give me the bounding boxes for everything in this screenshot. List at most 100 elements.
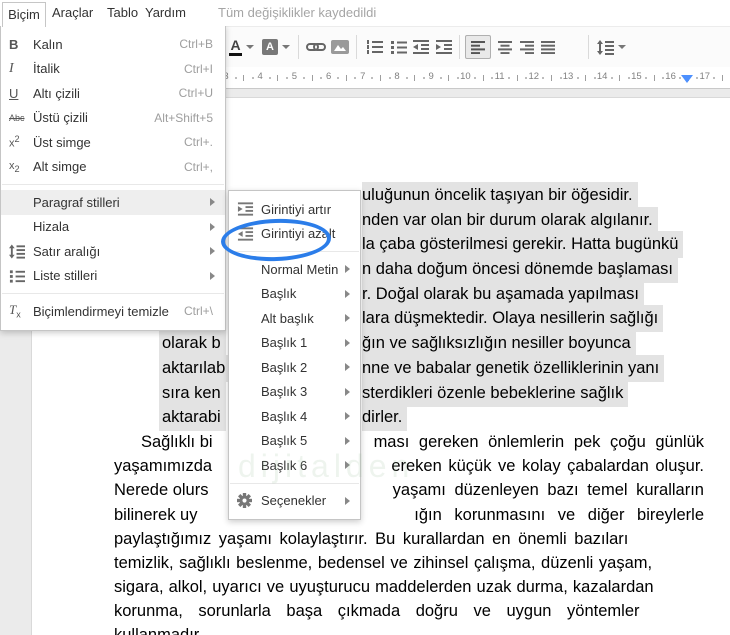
- menu-item-italik[interactable]: I İtalik Ctrl+I: [1, 57, 225, 82]
- align-center-icon: [498, 40, 512, 54]
- insert-image-button[interactable]: [329, 35, 351, 59]
- ruler-tick: [379, 75, 381, 81]
- highlight-color-button[interactable]: A: [262, 35, 290, 59]
- ruler-tick: [268, 77, 271, 79]
- submenu-item-baslik-6[interactable]: Başlık 6: [229, 453, 360, 478]
- bulleted-list-button[interactable]: [387, 35, 409, 59]
- menu-item-alti-cizili[interactable]: U Altı çizili Ctrl+U: [1, 81, 225, 106]
- ruler-number: 16: [665, 71, 676, 82]
- submenu-item-normal-metin[interactable]: Normal Metin: [229, 257, 360, 282]
- menu-item-liste-stilleri[interactable]: Liste stilleri: [1, 264, 225, 289]
- ruler-tick: [550, 75, 552, 81]
- submenu-item-baslik-5[interactable]: Başlık 5: [229, 429, 360, 454]
- submenu-arrow-icon: [210, 247, 215, 256]
- menu-item-satir-araligi[interactable]: Satır aralığı: [1, 239, 225, 264]
- numbered-list-icon: [366, 40, 383, 54]
- menu-item-kalin[interactable]: B Kalın Ctrl+B: [1, 32, 225, 57]
- submenu-item-baslik-2[interactable]: Başlık 2: [229, 355, 360, 380]
- menu-tablo[interactable]: Tablo: [101, 4, 144, 22]
- line-spacing-icon: [9, 244, 33, 259]
- menu-araclar[interactable]: Araçlar: [46, 4, 99, 22]
- doc-line: paylaştığımız yaşamı kolaylaştırır. Bu k…: [114, 530, 629, 548]
- ruler-tick: [405, 77, 408, 79]
- menu-item-paragraf-stilleri[interactable]: Paragraf stilleri: [1, 190, 225, 215]
- strikethrough-icon: Abc: [9, 112, 25, 123]
- submenu-arrow-icon: [345, 461, 350, 470]
- ruler-tick: [414, 75, 416, 81]
- menu-bar: Araçlar Tablo Yardım Tüm değişiklikler k…: [0, 0, 730, 26]
- menu-item-bicimlendirmeyi-temizle[interactable]: Tx Biçimlendirmeyi temizle Ctrl+\: [1, 299, 225, 324]
- submenu-item-baslik[interactable]: Başlık: [229, 282, 360, 307]
- ruler-tick: [473, 77, 476, 79]
- doc-line: la çaba gösterilmesi gerekir. Hatta bugü…: [362, 231, 684, 258]
- line-spacing-icon: [597, 39, 614, 55]
- align-center-button[interactable]: [494, 35, 516, 59]
- doc-line: korunma, sorunlarla başa çıkmada doğru v…: [114, 602, 640, 620]
- menu-separator: [230, 482, 359, 484]
- doc-line: temizlik, sağlıklı beslenme, bedensel ve…: [114, 554, 653, 572]
- submenu-arrow-icon: [345, 314, 350, 323]
- ruler-tick: [721, 75, 723, 81]
- submenu-item-alt-baslik[interactable]: Alt başlık: [229, 306, 360, 331]
- submenu-item-secenekler[interactable]: Seçenekler: [229, 489, 360, 514]
- ruler-number: 17: [699, 71, 711, 82]
- line-spacing-button[interactable]: [597, 35, 626, 59]
- menu-bicim[interactable]: Biçim: [2, 2, 46, 27]
- menu-item-hizala[interactable]: Hizala: [1, 215, 225, 240]
- submenu-arrow-icon: [345, 496, 350, 505]
- justify-button[interactable]: [537, 35, 559, 59]
- ruler-number: 4: [257, 71, 263, 82]
- doc-line: kullanmadır.: [114, 626, 203, 635]
- doc-line: yaşamı düzenleyen bazı temel kuralların: [392, 481, 704, 499]
- submenu-item-baslik-1[interactable]: Başlık 1: [229, 331, 360, 356]
- submenu-item-baslik-4[interactable]: Başlık 4: [229, 404, 360, 429]
- submenu-arrow-icon: [345, 412, 350, 421]
- insert-link-button[interactable]: [305, 35, 327, 59]
- doc-line: ğın ve sağlıksızlığın nesiller boyunca: [362, 330, 636, 357]
- doc-line: Sağlıklı bi: [141, 433, 213, 451]
- ruler-tick: [371, 77, 374, 79]
- submenu-arrow-icon: [345, 265, 350, 274]
- align-right-button[interactable]: [516, 35, 538, 59]
- ruler-number: 8: [394, 71, 400, 82]
- ruler-number: 12: [528, 71, 540, 82]
- increase-indent-button[interactable]: [433, 35, 455, 59]
- menu-yardim[interactable]: Yardım: [139, 4, 192, 22]
- link-icon: [306, 43, 326, 51]
- text-color-button[interactable]: A: [229, 35, 254, 59]
- clear-formatting-icon: Tx: [9, 302, 21, 321]
- ruler-tick: [713, 77, 716, 79]
- doc-line: nden var olan bir durum olarak algılanır…: [362, 207, 658, 234]
- submenu-arrow-icon: [345, 387, 350, 396]
- align-right-icon: [520, 40, 534, 54]
- ruler-tick: [516, 75, 518, 81]
- ruler-number: 7: [360, 71, 366, 82]
- doc-line: uluğunun öncelik taşıyan bir öğesidir.: [362, 182, 638, 209]
- menu-item-ustu-cizili[interactable]: Abc Üstü çizili Alt+Shift+5: [1, 106, 225, 131]
- google-docs-window: uluğunun öncelik taşıyan bir öğesidir. n…: [0, 0, 730, 635]
- ruler-tick: [311, 75, 313, 81]
- save-status: Tüm değişiklikler kaydedildi: [218, 5, 377, 20]
- doc-line: r. Doğal olarak bu aşamada yapılması: [362, 281, 644, 308]
- doc-line: sigara, alkol, uyarıcı ve uyuşturucu mad…: [114, 578, 654, 596]
- indent-marker-icon[interactable]: [681, 75, 693, 83]
- numbered-list-button[interactable]: [363, 35, 385, 59]
- submenu-item-baslik-3[interactable]: Başlık 3: [229, 380, 360, 405]
- ruler-tick: [644, 77, 647, 79]
- align-left-button[interactable]: [465, 35, 491, 59]
- doc-line: dirler.: [362, 404, 408, 431]
- ruler-number: 9: [428, 71, 434, 82]
- image-icon: [331, 40, 349, 54]
- ruler-tick: [337, 77, 340, 79]
- submenu-item-girintiyi-artir[interactable]: Girintiyi artır: [229, 197, 360, 222]
- ruler-tick: [448, 75, 450, 81]
- decrease-indent-button[interactable]: [410, 35, 432, 59]
- doc-line: sıra ken: [159, 380, 226, 407]
- menu-item-alt-simge[interactable]: x2 Alt simge Ctrl+,: [1, 155, 225, 180]
- menu-separator: [2, 184, 224, 185]
- ruler-tick: [439, 77, 442, 79]
- underline-icon: U: [9, 85, 19, 101]
- increase-indent-icon: [436, 40, 452, 54]
- menu-item-ust-simge[interactable]: x2 Üst simge Ctrl+.: [1, 130, 225, 155]
- submenu-arrow-icon: [345, 436, 350, 445]
